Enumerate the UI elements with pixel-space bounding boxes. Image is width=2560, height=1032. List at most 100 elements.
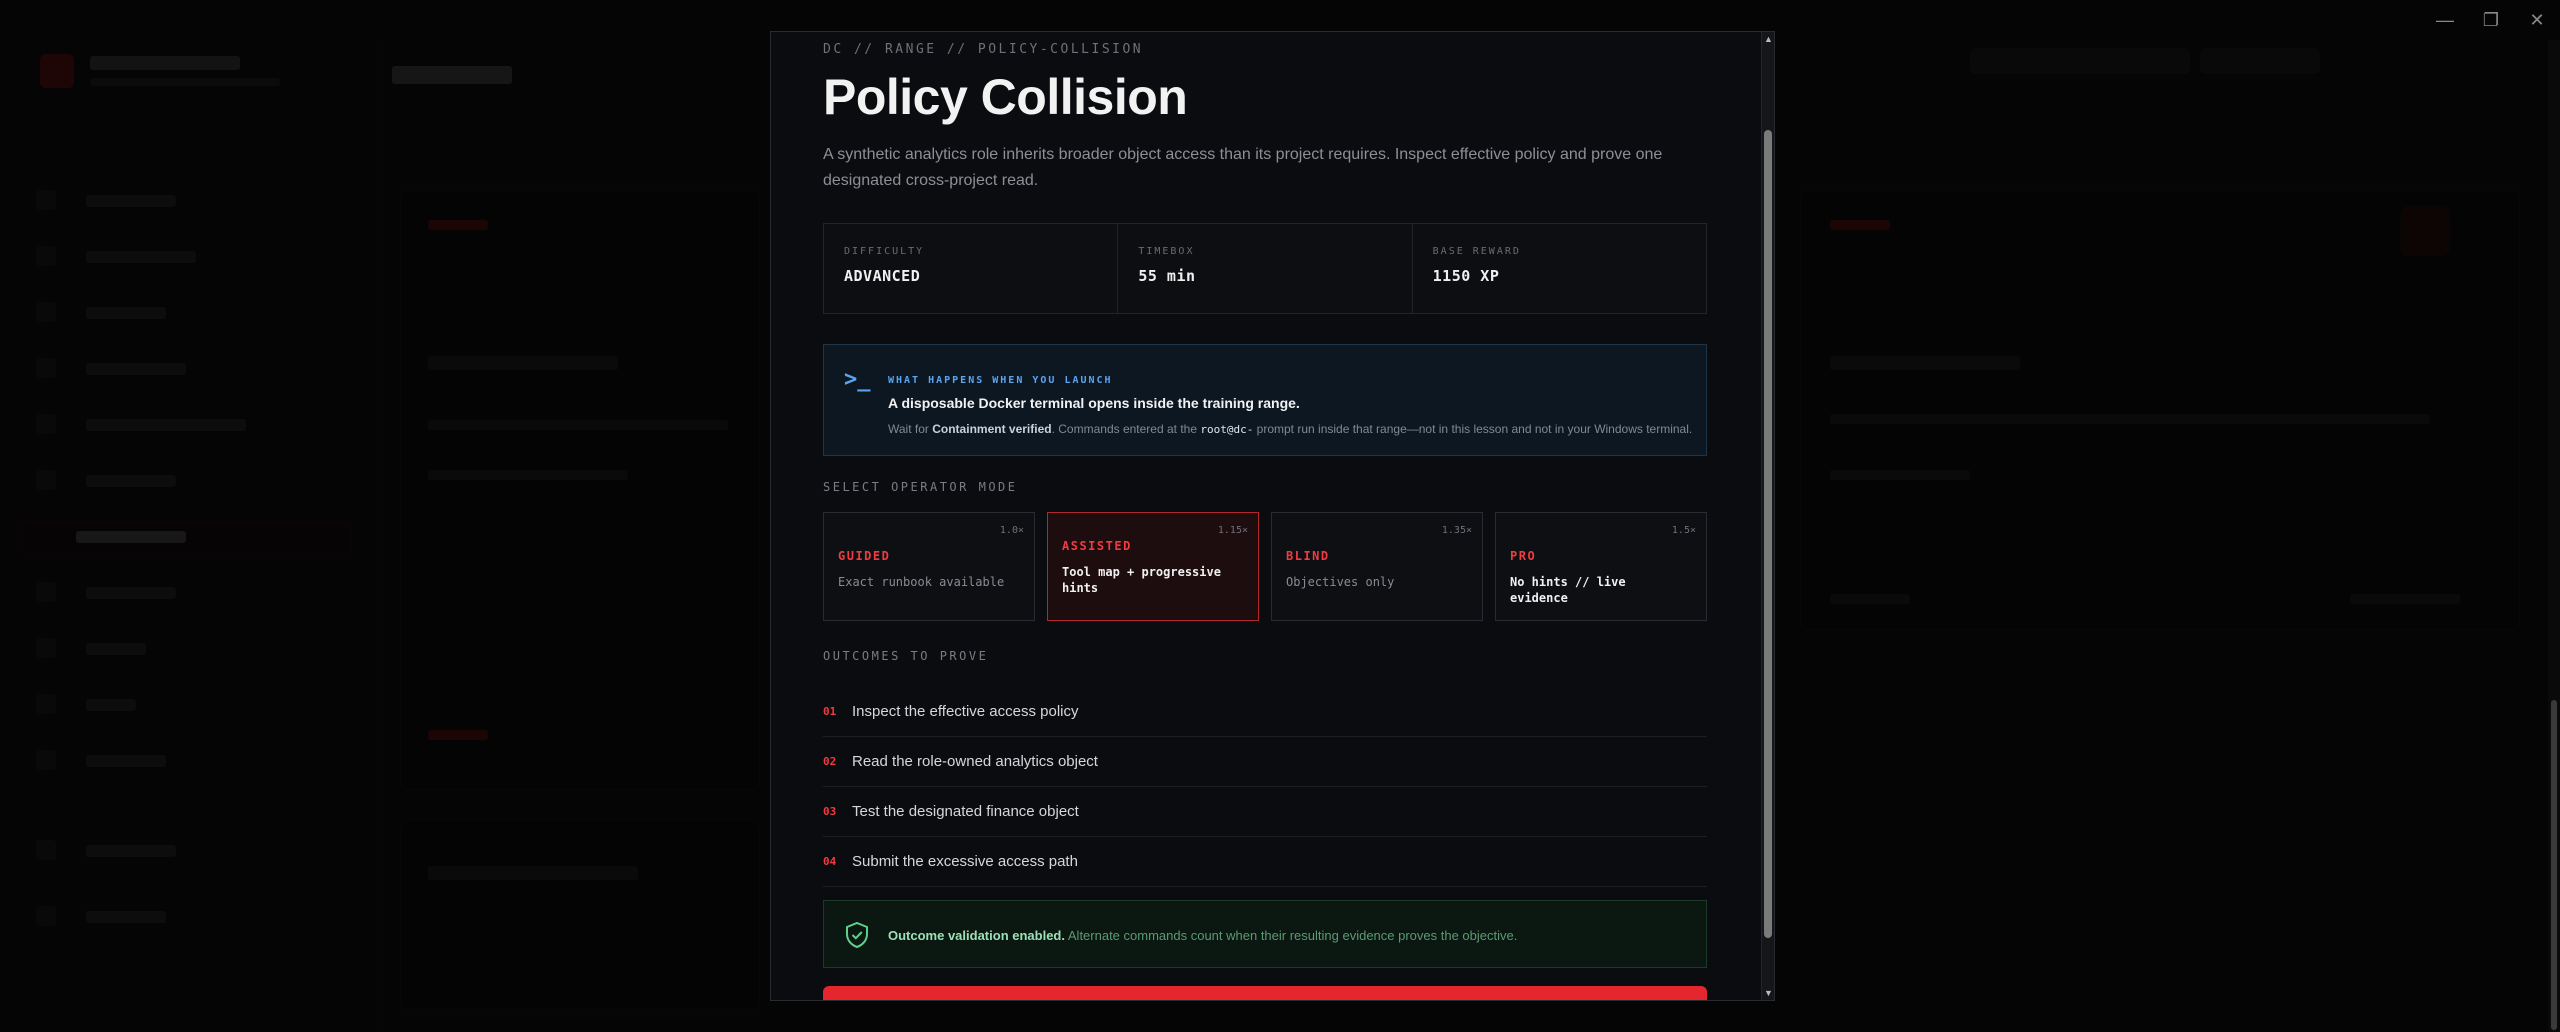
sidebar-icon xyxy=(36,906,56,926)
outcome-number: 02 xyxy=(823,755,837,768)
sidebar-item[interactable] xyxy=(86,419,246,431)
sidebar-item[interactable] xyxy=(86,475,176,487)
mode-description: No hints // live evidence xyxy=(1510,575,1626,605)
background-text xyxy=(1830,356,2020,370)
mode-option-blind[interactable]: 1.35× BLIND Objectives only xyxy=(1271,512,1483,621)
sidebar-icon xyxy=(36,470,56,490)
background-text xyxy=(428,420,728,430)
stat-label: BASE REWARD xyxy=(1432,246,1521,257)
sidebar-item[interactable] xyxy=(86,307,166,319)
sidebar-item[interactable] xyxy=(86,363,186,375)
launch-button[interactable] xyxy=(823,986,1707,1000)
note-text: . Commands entered at the xyxy=(1051,422,1201,436)
stat-value: 55 min xyxy=(1138,267,1196,285)
sidebar-item[interactable] xyxy=(86,251,196,263)
page-scroll-thumb[interactable] xyxy=(2551,700,2557,1030)
operator-mode-label: SELECT OPERATOR MODE xyxy=(823,480,1018,494)
sidebar-item[interactable] xyxy=(86,755,166,767)
launch-info-panel: >_ WHAT HAPPENS WHEN YOU LAUNCH A dispos… xyxy=(823,344,1707,456)
header-control[interactable] xyxy=(1970,48,2190,74)
sidebar-item[interactable] xyxy=(86,195,176,207)
mode-name: PRO xyxy=(1510,549,1537,563)
sidebar-icon xyxy=(36,750,56,770)
background-text xyxy=(428,356,618,370)
modal-title: Policy Collision xyxy=(823,69,1188,125)
header-control[interactable] xyxy=(2200,48,2320,74)
mode-multiplier: 1.5× xyxy=(1671,525,1696,536)
sidebar-item[interactable] xyxy=(86,845,176,857)
shield-check-icon xyxy=(846,921,868,949)
stat-reward: BASE REWARD 1150 XP xyxy=(1413,224,1706,313)
scroll-up-arrow-icon[interactable]: ▲ xyxy=(1762,32,1774,46)
lab-description: A synthetic analytics role inherits broa… xyxy=(823,146,1663,189)
minimize-button[interactable]: — xyxy=(2422,0,2468,40)
validation-emphasis: Outcome validation enabled. xyxy=(888,928,1065,943)
background-card xyxy=(400,190,760,790)
note-emphasis: Containment verified xyxy=(932,422,1052,436)
background-text xyxy=(2350,594,2460,604)
validation-text: Outcome validation enabled. Alternate co… xyxy=(888,928,1517,943)
outcome-number: 01 xyxy=(823,705,837,718)
prompt-code: root@dc- xyxy=(1200,423,1254,436)
sidebar-icon xyxy=(36,694,56,714)
mode-multiplier: 1.15× xyxy=(1217,525,1248,536)
stat-difficulty: DIFFICULTY ADVANCED xyxy=(824,224,1119,313)
stat-value: ADVANCED xyxy=(844,267,921,285)
sidebar-item[interactable] xyxy=(86,911,166,923)
background-card xyxy=(1800,190,2520,630)
background-text xyxy=(428,866,638,880)
background-text xyxy=(1830,470,1970,480)
page-title-placeholder xyxy=(392,66,512,84)
outcome-number: 03 xyxy=(823,805,837,818)
operator-mode-selector: 1.0× GUIDED Exact runbook available 1.15… xyxy=(823,512,1707,621)
outcome-item: 01 Inspect the effective access policy xyxy=(823,687,1707,737)
outcome-text: Read the role-owned analytics object xyxy=(852,753,1098,770)
sidebar-icon xyxy=(36,302,56,322)
background-badge xyxy=(1830,220,1890,230)
sidebar-item[interactable] xyxy=(76,531,186,543)
mode-multiplier: 1.0× xyxy=(999,525,1024,536)
mode-option-guided[interactable]: 1.0× GUIDED Exact runbook available xyxy=(823,512,1035,621)
note-text: prompt run inside that range—not in this… xyxy=(1253,422,1693,436)
outcome-number: 04 xyxy=(823,855,837,868)
terminal-icon: >_ xyxy=(844,367,871,392)
sidebar-item[interactable] xyxy=(86,643,146,655)
modal-scroll-thumb[interactable] xyxy=(1764,130,1772,938)
outcome-item: 04 Submit the excessive access path xyxy=(823,837,1707,887)
background-badge xyxy=(428,730,488,740)
background-text xyxy=(428,470,628,480)
stat-label: DIFFICULTY xyxy=(844,246,925,257)
sidebar-item-active[interactable] xyxy=(22,520,352,554)
sidebar-item[interactable] xyxy=(86,587,176,599)
mode-multiplier: 1.35× xyxy=(1441,525,1472,536)
outcome-item: 02 Read the role-owned analytics object xyxy=(823,737,1707,787)
sidebar-item[interactable] xyxy=(86,699,136,711)
background-text xyxy=(1830,594,1910,604)
launch-info-headline: A disposable Docker terminal opens insid… xyxy=(888,395,1300,411)
lab-launch-modal: DC // RANGE // POLICY-COLLISION Policy C… xyxy=(770,31,1775,1001)
sidebar-icon xyxy=(36,246,56,266)
page-scrollbar[interactable] xyxy=(2548,40,2560,1032)
mode-description: Tool map + progressive hints xyxy=(1062,565,1221,595)
stat-value: 1150 XP xyxy=(1432,267,1500,285)
mode-description: Objectives only xyxy=(1286,575,1395,589)
scroll-down-arrow-icon[interactable]: ▼ xyxy=(1762,986,1774,1000)
sidebar-icon xyxy=(36,414,56,434)
sidebar-icon xyxy=(36,358,56,378)
modal-scrollbar[interactable]: ▲ ▼ xyxy=(1761,32,1774,1000)
close-window-button[interactable]: ✕ xyxy=(2514,0,2560,40)
launch-info-label: WHAT HAPPENS WHEN YOU LAUNCH xyxy=(888,375,1113,386)
sidebar-icon xyxy=(36,840,56,860)
app-tagline-placeholder xyxy=(90,78,280,86)
note-text: Wait for xyxy=(888,422,933,436)
stat-label: TIMEBOX xyxy=(1138,246,1195,257)
restore-button[interactable]: ❐ xyxy=(2468,0,2514,40)
validation-notice: Outcome validation enabled. Alternate co… xyxy=(823,900,1707,968)
mode-name: ASSISTED xyxy=(1062,539,1132,553)
stat-timebox: TIMEBOX 55 min xyxy=(1118,224,1413,313)
mode-option-pro[interactable]: 1.5× PRO No hints // live evidence xyxy=(1495,512,1707,621)
sidebar-icon xyxy=(36,582,56,602)
sidebar-icon xyxy=(36,190,56,210)
validation-detail: Alternate commands count when their resu… xyxy=(1064,928,1518,943)
mode-option-assisted[interactable]: 1.15× ASSISTED Tool map + progressive hi… xyxy=(1047,512,1259,621)
